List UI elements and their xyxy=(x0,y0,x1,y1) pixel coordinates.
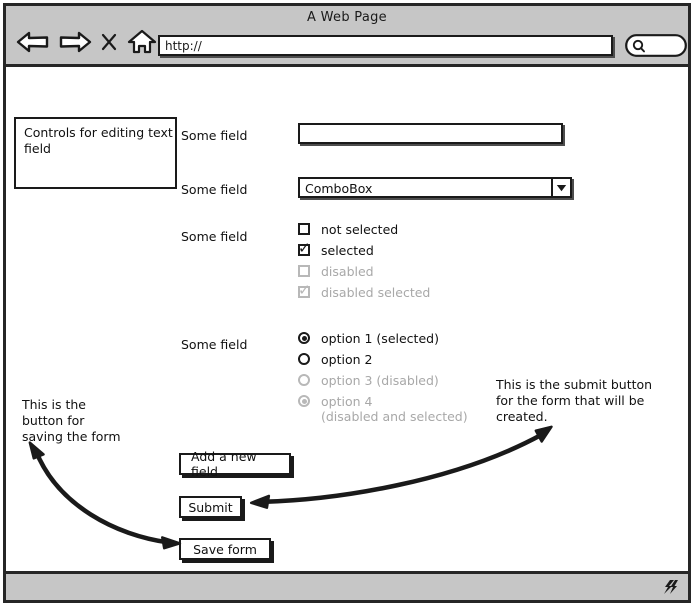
field-label-combo-box: Some field xyxy=(181,182,248,197)
radio-label: option 3 (disabled) xyxy=(321,373,439,388)
radio-row-option-2[interactable]: option 2 xyxy=(298,352,372,367)
checkbox-row-selected[interactable]: ✓ selected xyxy=(298,241,374,258)
checkbox-unchecked-disabled-icon xyxy=(298,265,310,277)
browser-screenshot: A Web Page http:// Controls for editing … xyxy=(0,0,694,606)
text-field-controls-note: Controls for editing text field xyxy=(14,117,177,189)
submit-annotation: This is the submit button for the form t… xyxy=(496,377,653,424)
radio-unselected-icon[interactable] xyxy=(298,353,310,365)
field-label-checkbox-group: Some field xyxy=(181,229,248,244)
radio-label: option 2 xyxy=(321,352,373,367)
back-arrow-icon[interactable] xyxy=(16,29,50,55)
page-content: Controls for editing text field Some fie… xyxy=(6,67,688,571)
submit-button[interactable]: Submit xyxy=(179,496,242,518)
submit-arrow xyxy=(249,425,553,509)
checkbox-checked-icon[interactable]: ✓ xyxy=(298,241,311,256)
radio-selected-disabled-icon xyxy=(298,395,310,407)
browser-toolbar: A Web Page http:// xyxy=(6,6,688,67)
navigation-icons xyxy=(16,28,158,56)
add-a-new-field-button[interactable]: Add a new field xyxy=(179,449,291,479)
window-title: A Web Page xyxy=(307,10,387,25)
status-bar xyxy=(6,571,688,600)
save-form-arrow xyxy=(28,441,182,550)
combo-box[interactable]: ComboBox xyxy=(298,177,572,198)
checkbox-unchecked-icon[interactable] xyxy=(298,223,310,235)
radio-selected-icon[interactable] xyxy=(298,332,310,344)
radio-row-option-1[interactable]: option 1 (selected) xyxy=(298,331,439,346)
lightning-bolt-icon xyxy=(661,579,679,595)
radio-row-option-3: option 3 (disabled) xyxy=(298,373,439,388)
checkbox-row-not-selected[interactable]: not selected xyxy=(298,222,398,237)
radio-row-option-4: option 4 (disabled and selected) xyxy=(298,394,468,424)
save-form-annotation: This is the button for saving the form xyxy=(22,397,121,444)
search-box[interactable] xyxy=(625,34,687,57)
checkbox-label: selected xyxy=(321,243,374,258)
stop-x-icon[interactable] xyxy=(100,30,118,54)
radio-label: option 1 (selected) xyxy=(321,331,439,346)
radio-label: option 4 (disabled and selected) xyxy=(321,394,468,424)
address-bar[interactable]: http:// xyxy=(158,35,613,56)
home-icon[interactable] xyxy=(126,28,158,56)
checkbox-row-disabled: disabled xyxy=(298,264,374,279)
checkbox-label: disabled xyxy=(321,264,374,279)
checkbox-label: disabled selected xyxy=(321,285,431,300)
save-form-button[interactable]: Save form xyxy=(179,538,271,560)
field-label-radio-group: Some field xyxy=(181,337,248,352)
chevron-down-icon[interactable] xyxy=(551,179,570,196)
browser-window: A Web Page http:// Controls for editing … xyxy=(3,3,691,603)
text-field-controls-note-label: Controls for editing text field xyxy=(24,125,173,156)
checkbox-checked-disabled-icon: ✓ xyxy=(298,281,311,299)
checkbox-label: not selected xyxy=(321,222,399,237)
combo-box-value: ComboBox xyxy=(305,181,373,196)
forward-arrow-icon[interactable] xyxy=(58,29,92,55)
field-label-text-input: Some field xyxy=(181,128,248,143)
checkbox-row-disabled-selected: ✓ disabled selected xyxy=(298,281,431,300)
address-input[interactable]: http:// xyxy=(165,39,202,53)
text-input[interactable] xyxy=(298,123,563,144)
radio-unselected-disabled-icon xyxy=(298,374,310,386)
